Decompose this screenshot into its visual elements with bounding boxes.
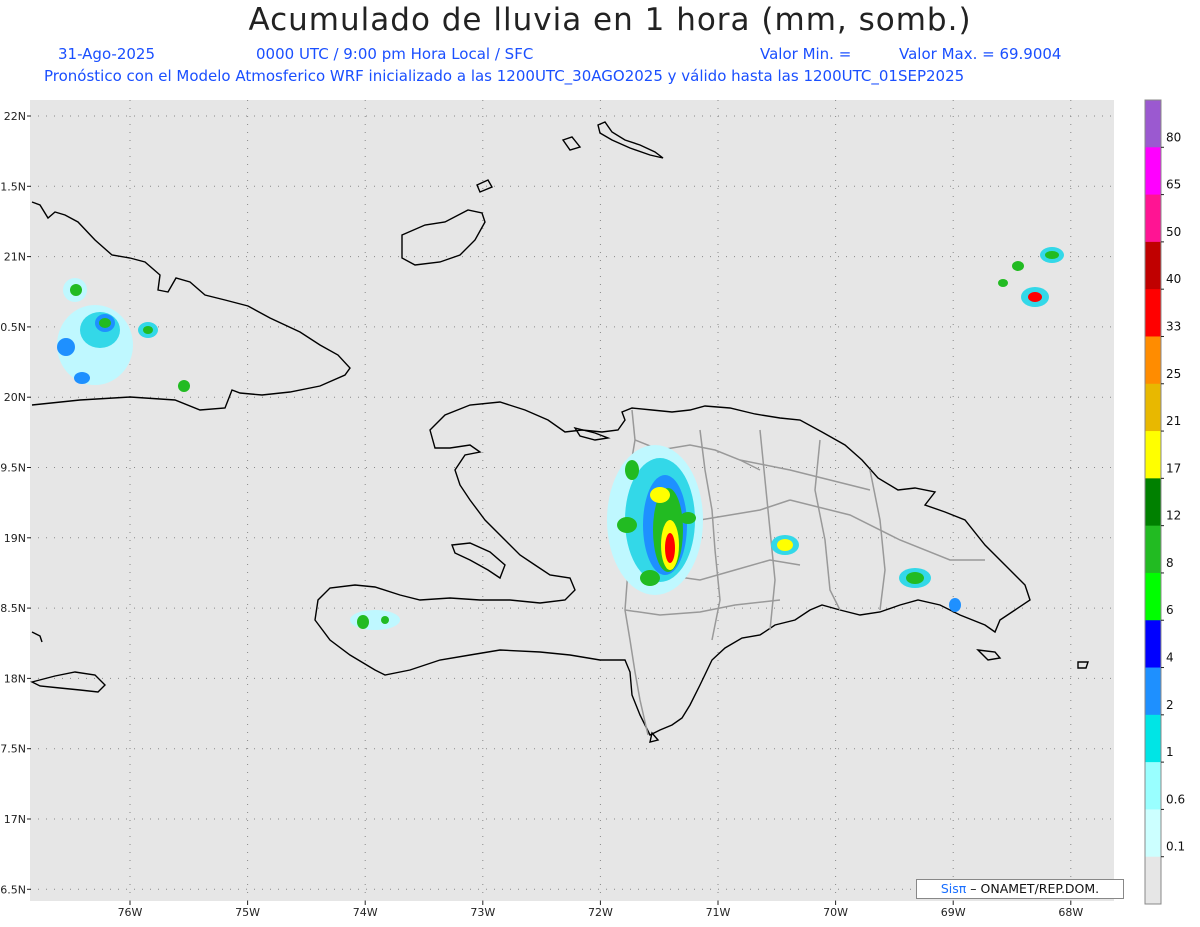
longitude-label: 70W [823,906,848,919]
colorbar-segment [1145,525,1161,574]
latitude-label: 16.5N [0,883,26,896]
colorbar-label: 0.6 [1166,792,1185,806]
longitude-label: 72W [588,906,613,919]
colorbar-label: 50 [1166,225,1181,239]
credit-text: – ONAMET/REP.DOM. [970,881,1100,896]
colorbar-segment [1145,241,1161,290]
colorbar-label: 4 [1166,651,1174,665]
latitude-label: 21N [4,251,26,264]
colorbar-segment [1145,194,1161,243]
longitude-label: 71W [706,906,731,919]
latitude-label: 17N [4,813,26,826]
latitude-labels: 22N 21.5N 21N 20.5N 20N 19.5N 19N 18.5N 18N 17.5N… [0,110,31,896]
colorbar-segment [1145,147,1161,196]
colorbar-segment [1145,336,1161,385]
longitude-labels: 76W 75W 74W 73W 72W 71W 70W 69W 68W [118,901,1083,919]
map-canvas: 22N 21.5N 21N 20.5N 20N 19.5N 19N 18.5N 18N 17.5N… [0,99,1185,919]
colorbar-segment [1145,383,1161,432]
latitude-label: 22N [4,110,26,123]
longitude-label: 75W [235,906,260,919]
colorbar-label: 25 [1166,367,1181,381]
colorbar-label: 80 [1166,130,1181,144]
colorbar-segment [1145,856,1161,905]
colorbar-label: 65 [1166,178,1181,192]
colorbar: 806550403325211712864210.60.1 [1144,99,1185,905]
latitude-label: 18N [4,672,26,685]
longitude-label: 69W [941,906,966,919]
colorbar-label: 17 [1166,461,1181,475]
colorbar-segment [1145,478,1161,527]
latitude-label: 19N [4,532,26,545]
longitude-label: 76W [118,906,143,919]
sispi-logo: Sisπ [940,881,967,896]
latitude-label: 19.5N [0,462,26,475]
colorbar-segment [1145,572,1161,621]
colorbar-label: 0.1 [1166,840,1185,854]
latitude-label: 21.5N [0,180,26,193]
colorbar-segment [1145,667,1161,716]
latitude-label: 17.5N [0,743,26,756]
colorbar-segment [1145,620,1161,669]
colorbar-segment [1145,289,1161,337]
colorbar-label: 2 [1166,698,1174,712]
colorbar-label: 21 [1166,414,1181,428]
colorbar-label: 40 [1166,272,1181,286]
latitude-label: 18.5N [0,602,26,615]
colorbar-segment [1145,714,1161,763]
colorbar-label: 12 [1166,509,1181,523]
colorbar-label: 8 [1166,556,1174,570]
latitude-label: 20N [4,391,26,404]
colorbar-segment [1145,762,1161,810]
colorbar-segment [1145,100,1161,148]
longitude-label: 73W [470,906,495,919]
colorbar-label: 33 [1166,319,1181,333]
colorbar-label: 1 [1166,745,1174,759]
map-background [30,100,1114,901]
colorbar-label: 6 [1166,603,1174,617]
colorbar-segment [1145,809,1161,858]
latitude-label: 20.5N [0,321,26,334]
colorbar-segment [1145,431,1161,479]
longitude-label: 68W [1058,906,1083,919]
longitude-label: 74W [353,906,378,919]
credit-box: Sisπ – ONAMET/REP.DOM. [916,879,1124,899]
